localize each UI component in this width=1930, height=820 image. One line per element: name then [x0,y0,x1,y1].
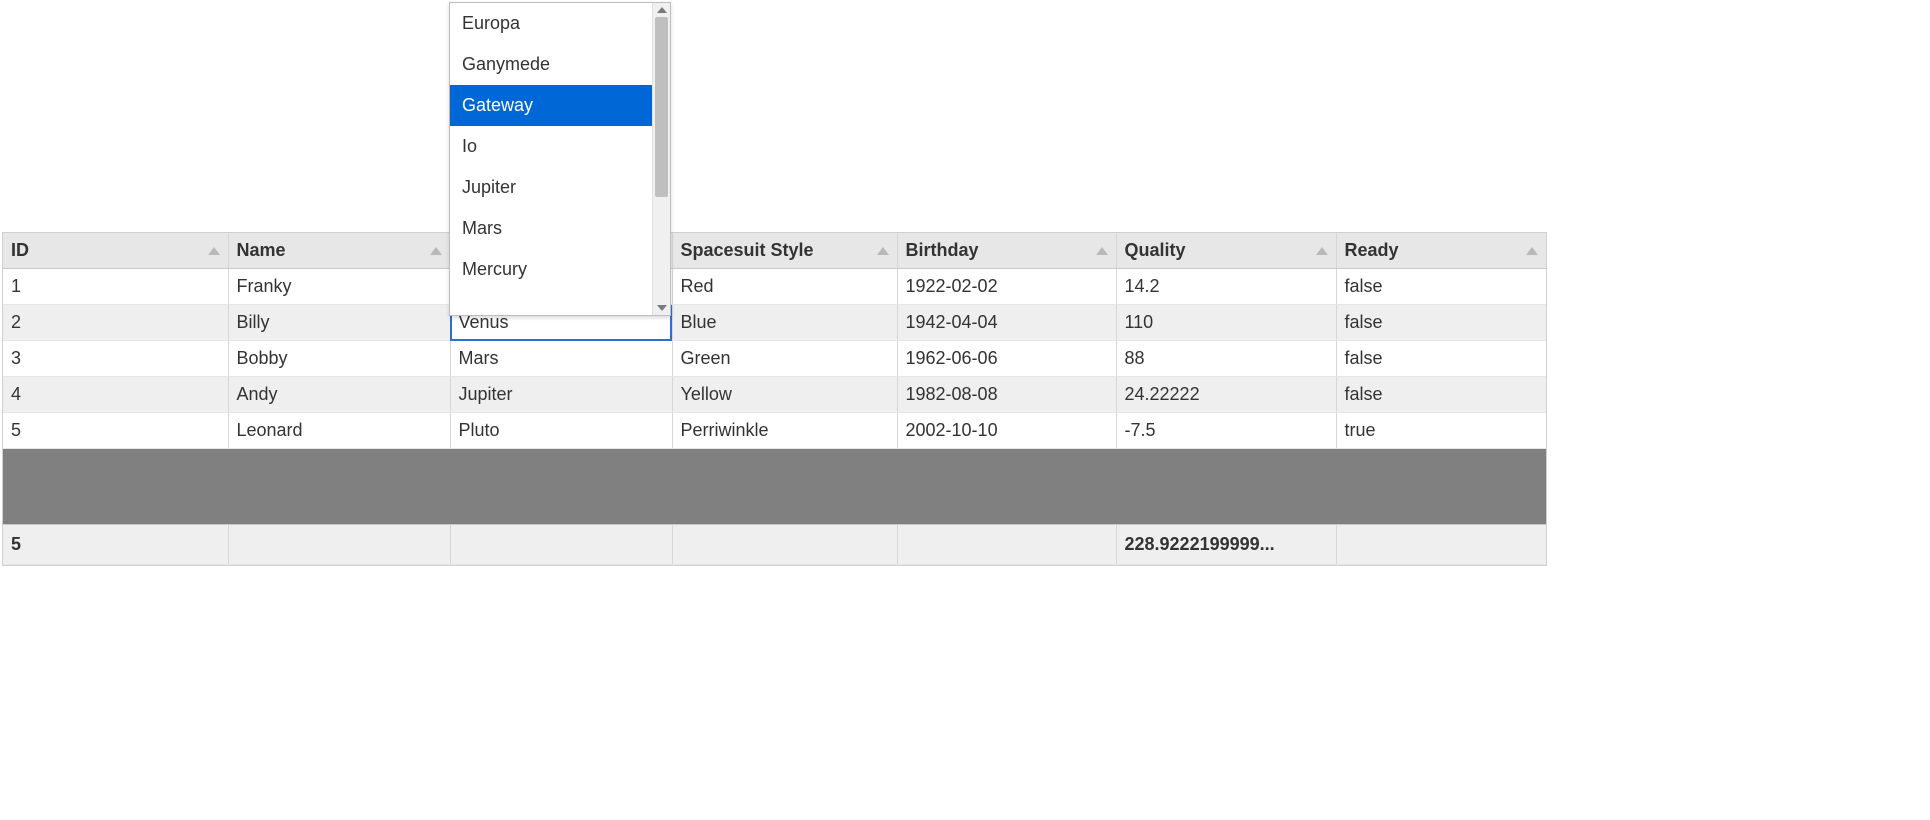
column-header-quality[interactable]: Quality [1116,233,1336,269]
cell-birthday[interactable]: 1922-02-02 [897,269,1116,305]
table-row: 3 Bobby Mars Green 1962-06-06 88 false [3,341,1546,377]
cell-destination[interactable]: Mars [450,341,672,377]
sort-asc-icon[interactable] [1316,247,1328,255]
column-header-name[interactable]: Name [228,233,450,269]
table-row: 2 Billy Venus Blue 1942-04-04 110 false [3,305,1546,341]
table-header-row: ID Name Spacesuit Style Birthday [3,233,1546,269]
sort-asc-icon[interactable] [877,247,889,255]
cell-quality[interactable]: 24.22222 [1116,377,1336,413]
cell-quality[interactable]: 110 [1116,305,1336,341]
cell-ready[interactable]: true [1336,413,1546,449]
cell-id[interactable]: 5 [3,413,228,449]
column-label: Name [237,240,286,260]
grid-empty-area [3,449,1546,524]
dropdown-option[interactable]: Jupiter [450,167,652,208]
cell-ready[interactable]: false [1336,377,1546,413]
cell-spacesuit[interactable]: Perriwinkle [672,413,897,449]
cell-birthday[interactable]: 1962-06-06 [897,341,1116,377]
cell-quality[interactable]: 14.2 [1116,269,1336,305]
cell-id[interactable]: 2 [3,305,228,341]
dropdown-scrollbar[interactable] [652,3,670,315]
cell-quality[interactable]: 88 [1116,341,1336,377]
cell-ready[interactable]: false [1336,341,1546,377]
footer-spacesuit [672,525,897,565]
cell-destination[interactable]: Jupiter [450,377,672,413]
column-label: Ready [1345,240,1399,260]
table-row: 4 Andy Jupiter Yellow 1982-08-08 24.2222… [3,377,1546,413]
data-grid: ID Name Spacesuit Style Birthday [2,232,1547,566]
cell-name[interactable]: Franky [228,269,450,305]
footer-quality: 228.9222199999... [1116,525,1336,565]
dropdown-option[interactable]: Mercury [450,249,652,290]
column-label: Spacesuit Style [681,240,814,260]
sort-asc-icon[interactable] [430,247,442,255]
footer-id: 5 [3,525,228,565]
destination-dropdown[interactable]: Europa Ganymede Gateway Io Jupiter Mars … [449,2,671,316]
column-label: Quality [1125,240,1186,260]
footer-destination [450,525,672,565]
cell-id[interactable]: 1 [3,269,228,305]
column-header-ready[interactable]: Ready [1336,233,1546,269]
cell-name[interactable]: Leonard [228,413,450,449]
cell-spacesuit[interactable]: Green [672,341,897,377]
dropdown-option-selected[interactable]: Gateway [450,85,652,126]
scroll-thumb[interactable] [655,17,668,197]
footer-birthday [897,525,1116,565]
dropdown-option[interactable]: Io [450,126,652,167]
column-header-birthday[interactable]: Birthday [897,233,1116,269]
column-label: Birthday [906,240,979,260]
cell-ready[interactable]: false [1336,305,1546,341]
sort-asc-icon[interactable] [1526,247,1538,255]
scroll-down-icon[interactable] [657,305,667,311]
footer-name [228,525,450,565]
cell-ready[interactable]: false [1336,269,1546,305]
scroll-up-icon[interactable] [657,7,667,13]
cell-destination[interactable]: Pluto [450,413,672,449]
sort-asc-icon[interactable] [208,247,220,255]
cell-birthday[interactable]: 2002-10-10 [897,413,1116,449]
column-label: ID [11,240,29,260]
column-header-id[interactable]: ID [3,233,228,269]
cell-birthday[interactable]: 1982-08-08 [897,377,1116,413]
cell-name[interactable]: Andy [228,377,450,413]
dropdown-option[interactable]: Ganymede [450,44,652,85]
cell-spacesuit[interactable]: Yellow [672,377,897,413]
column-header-spacesuit[interactable]: Spacesuit Style [672,233,897,269]
cell-id[interactable]: 4 [3,377,228,413]
dropdown-options: Europa Ganymede Gateway Io Jupiter Mars … [450,3,652,315]
cell-id[interactable]: 3 [3,341,228,377]
table-row: 5 Leonard Pluto Perriwinkle 2002-10-10 -… [3,413,1546,449]
dropdown-option[interactable]: Europa [450,3,652,44]
dropdown-option[interactable]: Mars [450,208,652,249]
cell-name[interactable]: Billy [228,305,450,341]
cell-quality[interactable]: -7.5 [1116,413,1336,449]
cell-spacesuit[interactable]: Blue [672,305,897,341]
footer-ready [1336,525,1546,565]
cell-spacesuit[interactable]: Red [672,269,897,305]
table-row: 1 Franky Red 1922-02-02 14.2 false [3,269,1546,305]
cell-birthday[interactable]: 1942-04-04 [897,305,1116,341]
cell-name[interactable]: Bobby [228,341,450,377]
table-footer-row: 5 228.9222199999... [3,525,1546,565]
sort-asc-icon[interactable] [1096,247,1108,255]
